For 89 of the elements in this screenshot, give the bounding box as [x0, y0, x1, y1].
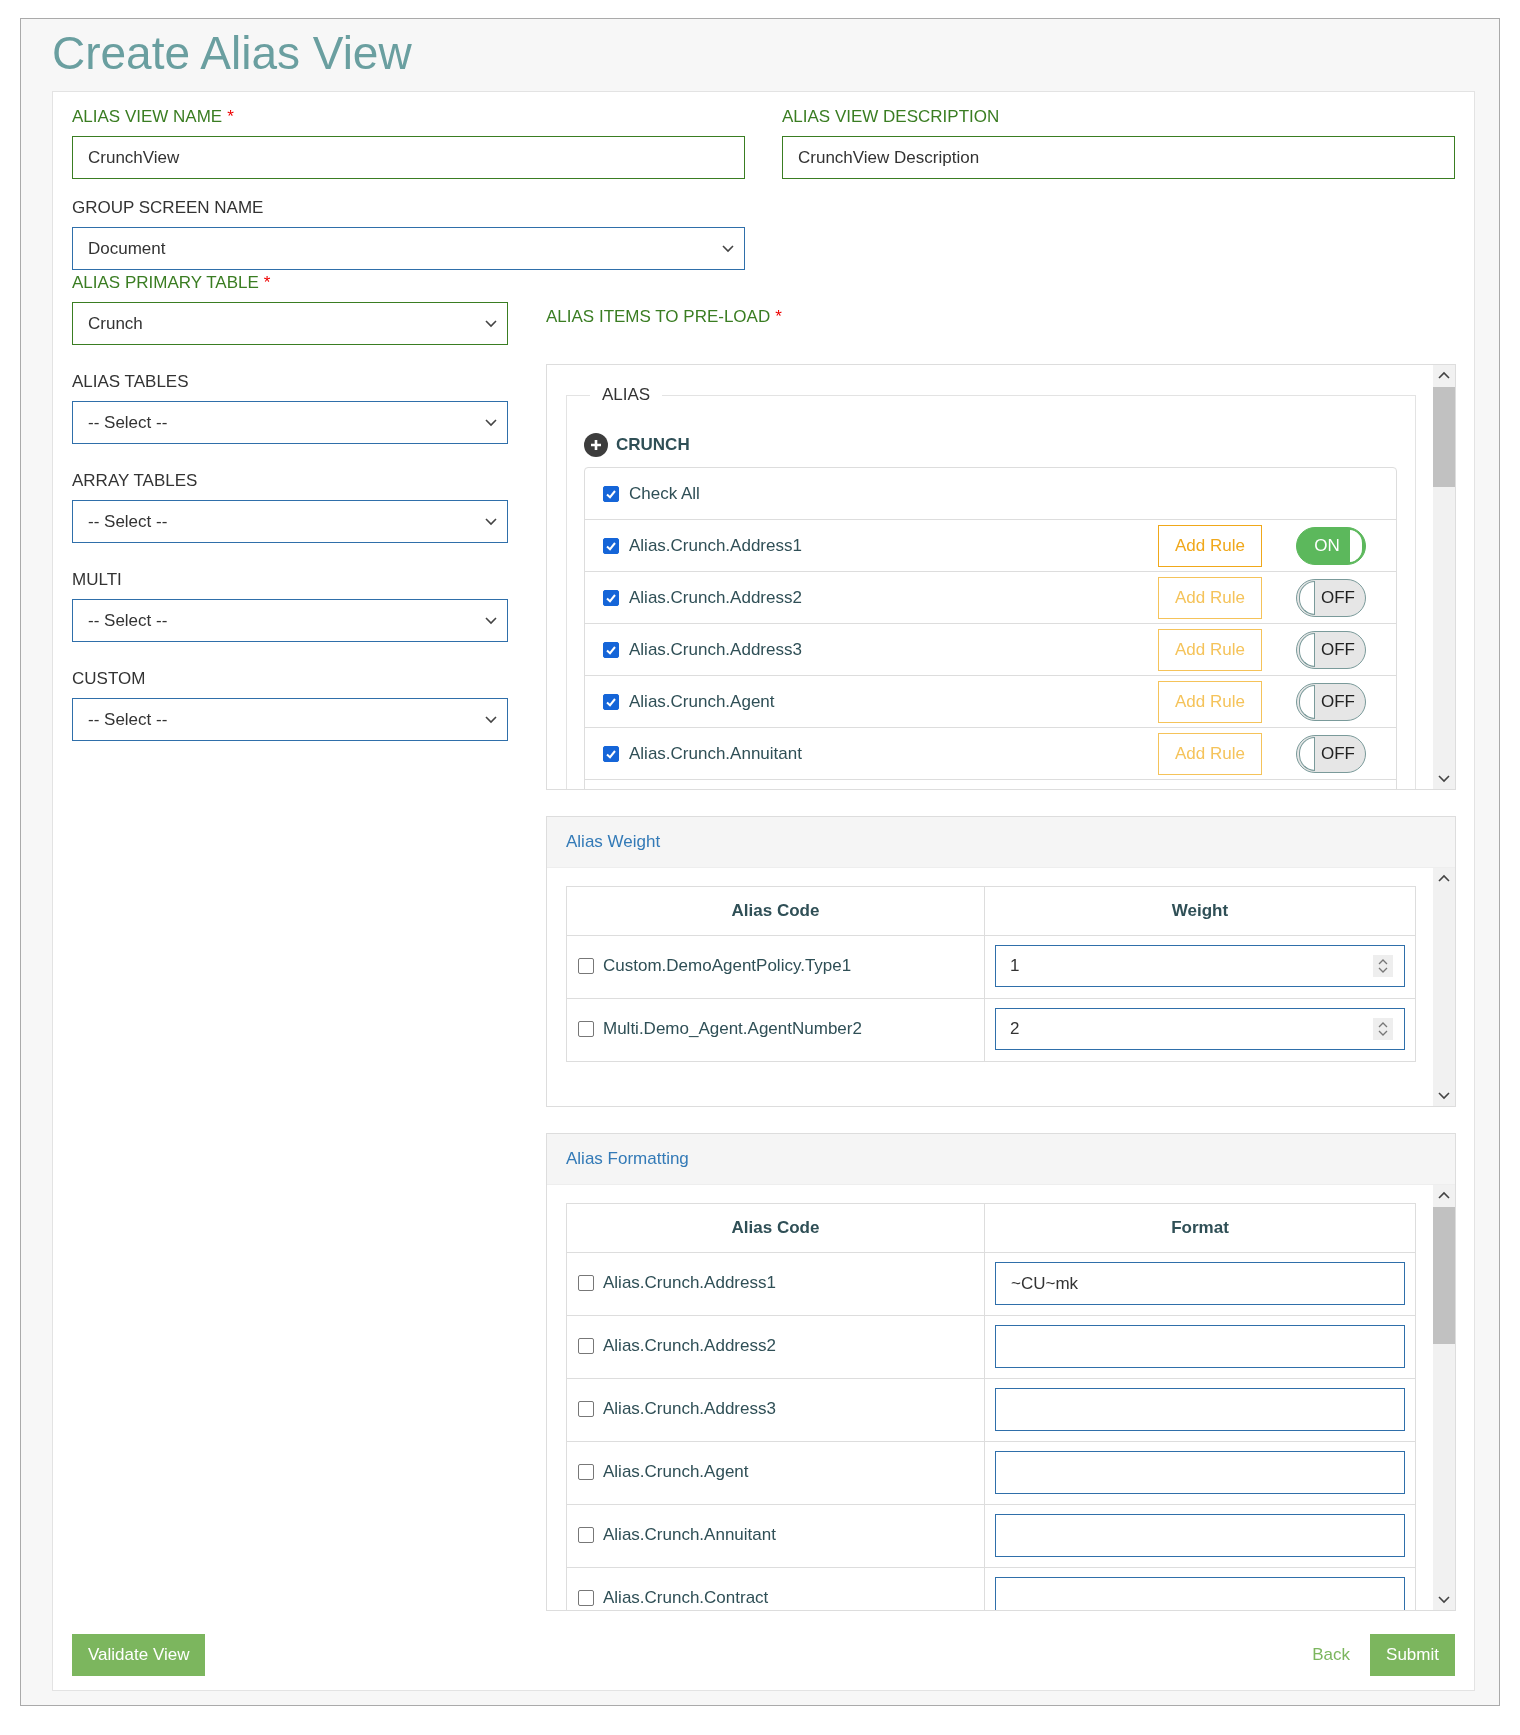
alias-item-label: Alias.Crunch.Address2 — [629, 587, 803, 608]
column-header: Alias Code — [566, 886, 985, 936]
format-field[interactable] — [995, 1514, 1405, 1557]
checkbox[interactable] — [578, 1527, 594, 1543]
select-field[interactable]: Document — [72, 227, 745, 270]
format-field[interactable] — [995, 1388, 1405, 1431]
alias-item-label: Alias.Crunch.Annuitant — [629, 743, 803, 764]
checkbox[interactable] — [578, 1401, 594, 1417]
checkbox[interactable] — [578, 1590, 594, 1606]
field-label: ALIAS VIEW NAME — [72, 106, 223, 128]
checkbox[interactable] — [578, 958, 594, 974]
text-field[interactable]: CrunchView Description — [782, 136, 1455, 179]
alias-code: Alias.Crunch.Address1 — [603, 1273, 776, 1293]
scroll-up-icon — [1438, 1191, 1450, 1199]
checkbox[interactable] — [603, 485, 619, 502]
alias-item-label: Alias.Crunch.Address1 — [629, 535, 803, 556]
column-header: Format — [984, 1203, 1416, 1253]
checkbox[interactable] — [578, 1275, 594, 1291]
scrollbar-thumb[interactable] — [1433, 387, 1455, 487]
scrollbar[interactable] — [1433, 365, 1455, 789]
alias-code: Alias.Crunch.Contract — [603, 1588, 769, 1608]
field-label: ALIAS TABLES — [72, 371, 189, 393]
field-label: ALIAS VIEW DESCRIPTION — [782, 106, 1000, 128]
chevron-down-icon — [485, 319, 497, 328]
panel-title: Alias Weight — [547, 817, 1455, 868]
chevron-down-icon — [722, 244, 734, 253]
plus-icon[interactable] — [584, 433, 608, 457]
scroll-down-icon — [1438, 1092, 1450, 1100]
checkbox[interactable] — [603, 745, 619, 762]
toggle-switch[interactable]: OFF — [1296, 682, 1366, 721]
fieldset-legend: ALIAS — [590, 385, 663, 405]
alias-code: Alias.Crunch.Address2 — [603, 1336, 776, 1356]
alias-code: Custom.DemoAgentPolicy.Type1 — [603, 956, 852, 976]
scroll-down-icon — [1438, 1596, 1450, 1604]
field-label: GROUP SCREEN NAME — [72, 197, 264, 219]
alias-code: Multi.Demo_Agent.AgentNumber2 — [603, 1019, 862, 1039]
number-field[interactable]: 2 — [995, 1008, 1405, 1050]
text-field[interactable]: CrunchView — [72, 136, 745, 179]
field-label: MULTI — [72, 569, 122, 591]
spinner-icon[interactable] — [1373, 955, 1393, 977]
chevron-down-icon — [485, 418, 497, 427]
group-name: CRUNCH — [616, 435, 690, 455]
field-label: ALIAS ITEMS TO PRE-LOAD — [546, 306, 771, 328]
toggle-switch[interactable]: OFF — [1296, 578, 1366, 617]
scrollbar[interactable] — [1433, 1185, 1455, 1610]
format-field[interactable] — [995, 1577, 1405, 1610]
spinner-icon[interactable] — [1373, 1018, 1393, 1040]
checkbox[interactable] — [578, 1338, 594, 1354]
required-mark: * — [263, 272, 271, 294]
checkbox[interactable] — [603, 693, 619, 710]
scrollbar-thumb[interactable] — [1433, 1207, 1455, 1344]
format-field[interactable] — [995, 1451, 1405, 1494]
toggle-switch[interactable]: OFF — [1296, 734, 1366, 773]
chevron-down-icon — [485, 715, 497, 724]
alias-code: Alias.Crunch.Annuitant — [603, 1525, 776, 1545]
toggle-switch[interactable]: OFF — [1296, 630, 1366, 669]
checkbox[interactable] — [603, 641, 619, 658]
format-field[interactable]: ~CU~mk — [995, 1262, 1405, 1305]
chevron-down-icon — [485, 517, 497, 526]
format-field[interactable] — [995, 1325, 1405, 1368]
scrollbar[interactable] — [1433, 868, 1455, 1106]
column-header: Alias Code — [566, 1203, 985, 1253]
alias-code: Alias.Crunch.Address3 — [603, 1399, 776, 1419]
field-label: ARRAY TABLES — [72, 470, 198, 492]
alias-code: Alias.Crunch.Agent — [603, 1462, 749, 1482]
number-field[interactable]: 1 — [995, 945, 1405, 987]
field-label: CUSTOM — [72, 668, 146, 690]
field-label: ALIAS PRIMARY TABLE — [72, 272, 259, 294]
check-all-label: Check All — [629, 483, 701, 504]
select-field[interactable]: -- Select -- — [72, 599, 508, 642]
scroll-down-icon — [1438, 775, 1450, 783]
required-mark: * — [775, 306, 782, 328]
alias-item-label: Alias.Crunch.Agent — [629, 691, 776, 712]
alias-item-label: Alias.Crunch.Address3 — [629, 639, 803, 660]
checkbox[interactable] — [603, 537, 619, 554]
scroll-up-icon — [1438, 371, 1450, 379]
required-mark: * — [227, 106, 234, 128]
select-field[interactable]: -- Select -- — [72, 500, 508, 543]
page-title: Create Alias View — [52, 26, 413, 81]
scroll-up-icon — [1438, 874, 1450, 882]
chevron-down-icon — [485, 616, 497, 625]
checkbox[interactable] — [603, 589, 619, 606]
select-field[interactable]: -- Select -- — [72, 698, 508, 741]
checkbox[interactable] — [578, 1021, 594, 1037]
select-field[interactable]: Crunch — [72, 302, 508, 345]
select-field[interactable]: -- Select -- — [72, 401, 508, 444]
panel-title: Alias Formatting — [547, 1134, 1455, 1185]
checkbox[interactable] — [578, 1464, 594, 1480]
column-header: Weight — [984, 886, 1416, 936]
